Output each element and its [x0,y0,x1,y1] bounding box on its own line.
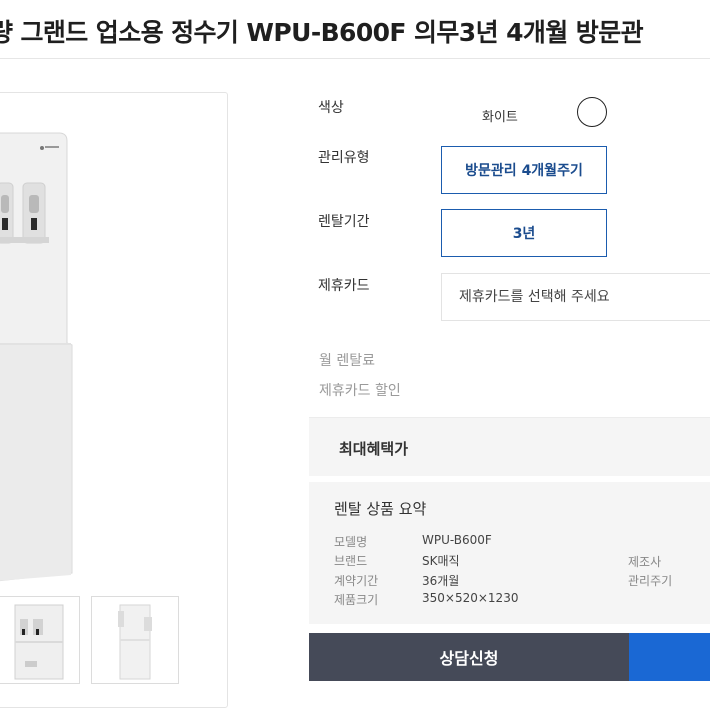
title-bar: 량 그랜드 업소용 정수기 WPU-B600F 의무3년 4개월 방문관 [0,0,710,59]
summary-key-care-cycle: 관리주기 [628,574,673,588]
partner-card-select[interactable]: 제휴카드를 선택해 주세요 [441,273,710,321]
summary-value-size: 350×520×1230 [422,591,519,605]
card-discount-label: 제휴카드 할인 [319,383,401,399]
summary-key-contract: 계약기간 [334,574,379,588]
care-type-label: 관리유형 [318,150,370,166]
thumbnail-front-image [14,604,64,680]
max-benefit-box: 최대혜택가 [309,417,710,476]
summary-value-contract: 36개월 [422,574,460,588]
summary-key-model: 모델명 [334,535,368,549]
primary-action-button[interactable] [629,633,710,681]
consult-request-button[interactable]: 상담신청 [309,633,629,681]
summary-key-size: 제품크기 [334,593,379,607]
product-title: 량 그랜드 업소용 정수기 WPU-B600F 의무3년 4개월 방문관 [0,18,644,47]
summary-key-manufacturer: 제조사 [628,555,662,569]
rental-summary: 렌탈 상품 요약 모델명 WPU-B600F 브랜드 SK매직 계약기간 36개… [309,482,710,624]
partner-card-label: 제휴카드 [318,278,370,294]
monthly-fee-label: 월 렌탈료 [319,353,375,369]
summary-key-brand: 브랜드 [334,554,368,568]
thumbnail-side-image [118,604,152,680]
color-swatch-white[interactable] [577,97,607,127]
thumbnail-side[interactable] [91,596,179,684]
summary-value-model: WPU-B600F [422,533,492,547]
color-value-text: 화이트 [482,110,518,125]
thumbnail-front[interactable] [0,596,80,684]
summary-value-brand: SK매직 [422,554,460,568]
rental-period-label: 렌탈기간 [318,214,370,230]
color-label: 색상 [318,100,344,116]
max-benefit-label: 최대혜택가 [339,440,409,458]
summary-title: 렌탈 상품 요약 [334,500,427,518]
care-type-option[interactable]: 방문관리 4개월주기 [441,146,607,194]
water-purifier-image [0,123,87,643]
rental-period-option[interactable]: 3년 [441,209,607,257]
